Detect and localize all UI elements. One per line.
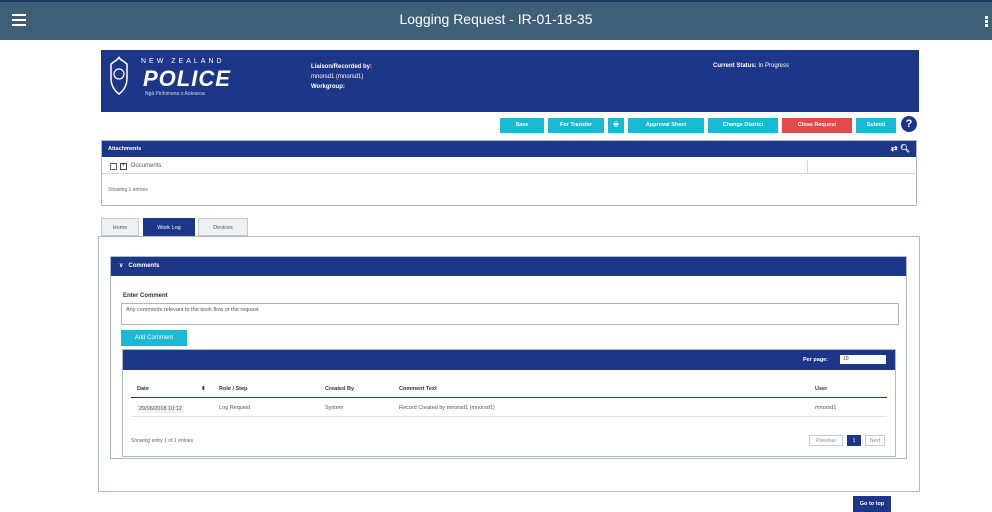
comments-table: Per page: 10 Date ⬍ Role / Step Created … bbox=[122, 349, 896, 457]
page-1-button[interactable]: 1 bbox=[847, 435, 861, 446]
chevron-down-icon[interactable]: ∨ bbox=[119, 263, 123, 269]
column-header-date[interactable]: Date bbox=[137, 386, 149, 392]
attachment-row[interactable]: + Documents bbox=[102, 160, 916, 174]
tab-devices[interactable]: Devices bbox=[198, 218, 248, 236]
go-to-top-button[interactable]: Go to top bbox=[853, 496, 891, 512]
comments-header[interactable]: ∨ Comments bbox=[111, 257, 906, 276]
sort-icon[interactable]: ⬍ bbox=[201, 386, 206, 392]
per-page-select[interactable]: 10 bbox=[840, 355, 886, 364]
column-divider bbox=[807, 160, 808, 174]
liaison-info: Liaison/Recorded by: mnorsd1 (mnorsd1) W… bbox=[311, 62, 372, 92]
print-icon[interactable]: 🖶 bbox=[608, 118, 624, 133]
refresh-icon[interactable]: ⇄ bbox=[891, 144, 898, 153]
table-footer: Showing entry 1 of 1 entries bbox=[131, 438, 193, 444]
police-header: NEW ZEALAND POLICE Ngā Pirihimana o Aote… bbox=[101, 50, 919, 112]
add-comment-button[interactable]: Add Comment bbox=[121, 330, 187, 346]
column-header-user[interactable]: User bbox=[815, 386, 827, 392]
close-request-button[interactable]: Close Request bbox=[782, 118, 852, 133]
liaison-label: Liaison/Recorded by: bbox=[311, 64, 373, 70]
attachment-tools: ⇄ 🔍︎ bbox=[891, 141, 910, 157]
attachment-label: Documents bbox=[131, 163, 162, 169]
expand-icon[interactable]: + bbox=[120, 163, 127, 170]
attachments-panel: Attachments ⇄ 🔍︎ + Documents Showing 1 e… bbox=[101, 140, 917, 206]
column-header-created-by[interactable]: Created By bbox=[325, 386, 354, 392]
save-button[interactable]: Save bbox=[500, 118, 544, 133]
column-header-comment[interactable]: Comment Text bbox=[399, 386, 437, 392]
cell-user: mnorsd1 bbox=[815, 405, 837, 411]
help-icon[interactable]: ? bbox=[901, 116, 917, 132]
cell-comment: Record Created by mnorsd1 (mnorsd1) bbox=[399, 405, 495, 411]
table-toolbar: Per page: 10 bbox=[123, 350, 895, 370]
approval-sheet-button[interactable]: Approval Sheet bbox=[628, 118, 704, 133]
row-checkbox[interactable] bbox=[110, 163, 117, 170]
workgroup-label: Workgroup: bbox=[311, 84, 345, 90]
status-value: In Progress bbox=[758, 63, 790, 69]
attachments-title: Attachments bbox=[108, 146, 142, 152]
page-title: Logging Request - IR-01-18-35 bbox=[399, 11, 593, 27]
liaison-value: mnorsd1 (mnorsd1) bbox=[311, 74, 364, 80]
status-label: Current Status: bbox=[713, 63, 757, 69]
tab-work-log[interactable]: Work Log bbox=[143, 218, 195, 236]
status-info: Current Status: In Progress bbox=[713, 63, 789, 69]
attachments-count: Showing 1 entries bbox=[108, 187, 148, 193]
top-bar: Logging Request - IR-01-18-35 bbox=[0, 0, 992, 40]
for-transfer-button[interactable]: For Transfer bbox=[548, 118, 604, 133]
cell-date: 29/06/2018 10:12 bbox=[137, 405, 184, 413]
header-divider bbox=[131, 397, 887, 398]
previous-button[interactable]: Previous bbox=[809, 435, 843, 446]
police-crest-icon bbox=[110, 56, 128, 95]
cell-role: Log Request bbox=[219, 405, 251, 411]
submit-button[interactable]: Submit bbox=[856, 118, 896, 133]
attachments-header: Attachments ⇄ 🔍︎ bbox=[102, 141, 916, 157]
comment-input[interactable]: Any comments relevant to the work flow o… bbox=[121, 303, 899, 325]
tab-home[interactable]: Home bbox=[101, 218, 139, 236]
logo-subtitle: Ngā Pirihimana o Aotearoa bbox=[145, 91, 205, 97]
comments-title: Comments bbox=[128, 263, 160, 269]
logo-top-text: NEW ZEALAND bbox=[141, 58, 225, 65]
cell-created-by: System bbox=[325, 405, 344, 411]
search-icon[interactable]: 🔍︎ bbox=[900, 144, 910, 153]
logo-text: POLICE bbox=[143, 66, 231, 91]
more-options-icon[interactable] bbox=[985, 16, 988, 28]
enter-comment-label: Enter Comment bbox=[123, 293, 168, 299]
next-button[interactable]: Next bbox=[865, 435, 885, 446]
row-divider bbox=[131, 416, 887, 417]
per-page-label: Per page: bbox=[803, 357, 829, 363]
change-district-button[interactable]: Change District bbox=[708, 118, 778, 133]
column-header-role[interactable]: Role / Step bbox=[219, 386, 247, 392]
